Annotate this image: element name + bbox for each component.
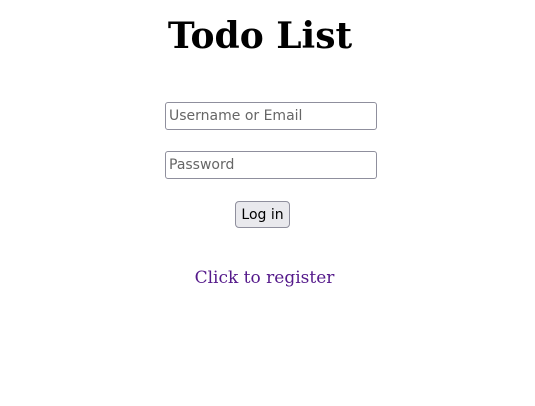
username-input[interactable]: [165, 102, 377, 130]
login-button[interactable]: Log in: [235, 201, 290, 228]
register-link[interactable]: Click to register: [195, 268, 335, 288]
password-input[interactable]: [165, 151, 377, 179]
register-section: Click to register: [0, 266, 529, 290]
page-title: Todo List: [167, 15, 353, 57]
login-page: { "page": { "title": "Todo List" }, "for…: [0, 0, 535, 406]
